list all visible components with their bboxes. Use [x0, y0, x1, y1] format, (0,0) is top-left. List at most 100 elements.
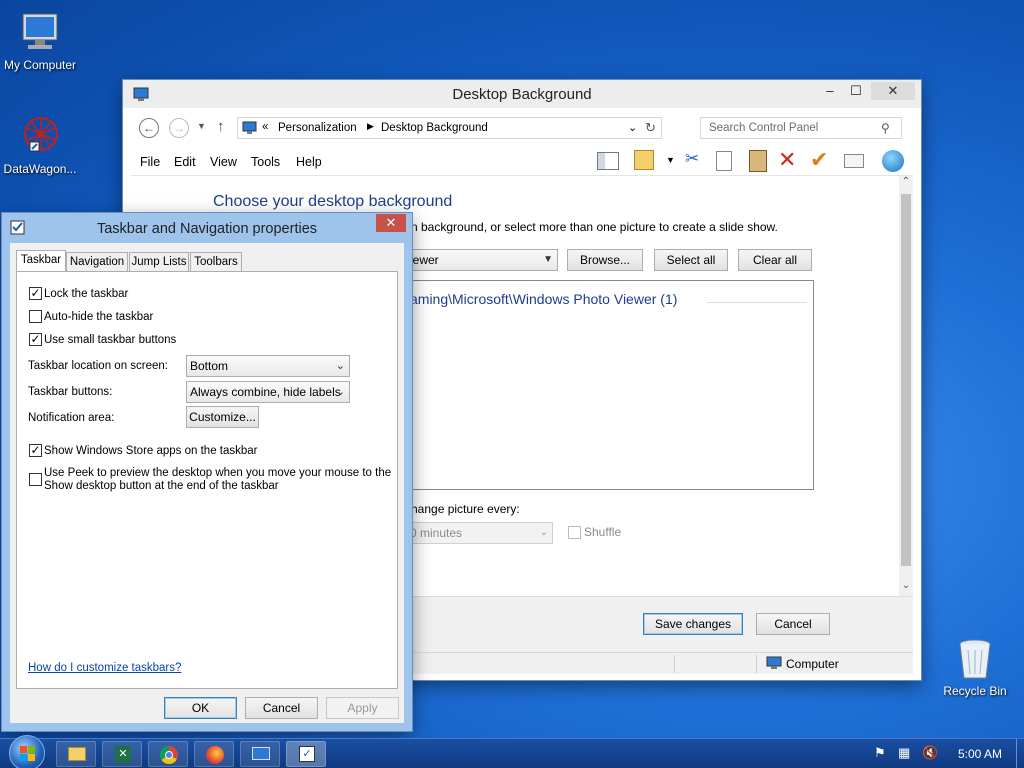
- address-dropdown-icon[interactable]: ⌄: [628, 121, 637, 134]
- back-arrow-icon[interactable]: ←: [139, 118, 159, 138]
- taskbar-file-explorer[interactable]: [56, 741, 96, 767]
- store-apps-checkbox[interactable]: ✓: [29, 444, 42, 457]
- scroll-thumb[interactable]: [901, 194, 911, 566]
- customize-button[interactable]: Customize...: [186, 406, 259, 428]
- close-button[interactable]: ✕: [871, 82, 915, 100]
- taskbar-firefox[interactable]: [194, 741, 234, 767]
- taskbar-location-select[interactable]: Bottom ⌄: [186, 355, 350, 377]
- copy-icon[interactable]: [716, 151, 732, 171]
- peek-label-line1: Use Peek to preview the desktop when you…: [44, 467, 392, 479]
- search-icon[interactable]: ⚲: [881, 121, 890, 135]
- ok-button[interactable]: OK: [164, 697, 237, 719]
- menu-file[interactable]: File: [140, 155, 160, 169]
- group-divider: [707, 302, 807, 303]
- search-placeholder: Search Control Panel: [709, 122, 819, 134]
- dialog-cancel-button[interactable]: Cancel: [245, 697, 318, 719]
- globe-icon[interactable]: [882, 150, 904, 172]
- breadcrumb-desktop-background[interactable]: Desktop Background: [381, 122, 488, 134]
- peek-checkbox[interactable]: [29, 473, 42, 486]
- small-buttons-checkbox[interactable]: ✓: [29, 333, 42, 346]
- buttons-label: Taskbar buttons:: [28, 386, 113, 398]
- chevron-down-icon: ⌄: [335, 386, 345, 398]
- cut-icon[interactable]: ✂: [685, 149, 699, 169]
- apply-button[interactable]: Apply: [326, 697, 399, 719]
- dialog-title: Taskbar and Navigation properties: [96, 221, 318, 237]
- tab-taskbar[interactable]: Taskbar: [16, 250, 66, 272]
- paste-icon[interactable]: [749, 150, 767, 172]
- dialog-close-button[interactable]: ✕: [376, 214, 406, 232]
- page-heading: Choose your desktop background: [213, 193, 453, 210]
- shuffle-checkbox[interactable]: [568, 526, 581, 539]
- desktop-icon-datawagon[interactable]: DataWagon...: [0, 114, 82, 176]
- search-box[interactable]: Search Control Panel ⚲: [700, 117, 902, 139]
- taskbar-control-panel[interactable]: [240, 741, 280, 767]
- menu-help[interactable]: Help: [296, 155, 322, 169]
- clear-all-button[interactable]: Clear all: [738, 249, 812, 271]
- picture-location-select[interactable]: iewer ▼: [406, 249, 558, 271]
- help-link[interactable]: How do I customize taskbars?: [28, 662, 181, 674]
- breadcrumb-personalization[interactable]: Personalization: [278, 122, 357, 134]
- desktop-icon-label: DataWagon...: [3, 162, 77, 176]
- desktop-icon-recycle-bin[interactable]: Recycle Bin: [933, 636, 1017, 698]
- network-icon[interactable]: ▦: [898, 745, 910, 761]
- save-changes-button[interactable]: Save changes: [643, 613, 743, 635]
- start-button[interactable]: [9, 735, 45, 768]
- lock-taskbar-checkbox[interactable]: ✓: [29, 287, 42, 300]
- recycle-bin-icon: [959, 639, 991, 679]
- chevron-down-icon: ▼: [543, 254, 553, 265]
- taskbar-properties[interactable]: ✓: [286, 741, 326, 767]
- volume-muted-icon[interactable]: 🔇: [922, 745, 938, 761]
- dialog-title-bar[interactable]: Taskbar and Navigation properties ✕: [2, 213, 412, 243]
- tab-navigation[interactable]: Navigation: [66, 252, 128, 271]
- computer-icon: [766, 656, 782, 669]
- refresh-icon[interactable]: ↻: [645, 120, 656, 136]
- clock[interactable]: 5:00 AM: [958, 747, 1002, 761]
- title-bar[interactable]: Desktop Background – ☐ ✕: [123, 80, 921, 108]
- minimize-button[interactable]: –: [817, 82, 843, 100]
- tab-jump-lists[interactable]: Jump Lists: [129, 252, 189, 271]
- up-arrow-icon[interactable]: ↑: [217, 118, 225, 135]
- menu-toolbar-row: File Edit View Tools Help ▼ ✂ ✕ ✔: [131, 146, 913, 176]
- delete-icon[interactable]: ✕: [778, 147, 796, 173]
- lock-taskbar-label: Lock the taskbar: [44, 288, 129, 300]
- control-panel-icon: [242, 121, 257, 134]
- scroll-up-icon[interactable]: ⌃: [899, 176, 913, 187]
- select-all-button[interactable]: Select all: [654, 249, 728, 271]
- maximize-button[interactable]: ☐: [843, 82, 869, 100]
- organize-dropdown-icon[interactable]: ▼: [666, 155, 675, 165]
- taskbar-buttons-select[interactable]: Always combine, hide labels ⌄: [186, 381, 350, 403]
- status-location: Computer: [786, 657, 839, 671]
- action-center-flag-icon[interactable]: ⚑: [874, 745, 886, 761]
- desktop-icon-my-computer[interactable]: My Computer: [0, 10, 82, 72]
- layout-pane-icon[interactable]: [597, 152, 619, 170]
- status-divider: [756, 655, 757, 673]
- chevron-down-icon: ⌄: [539, 527, 548, 538]
- control-panel-icon: [252, 747, 270, 760]
- menu-view[interactable]: View: [210, 155, 237, 169]
- address-bar[interactable]: « Personalization ▶ Desktop Background ⌄…: [237, 117, 662, 139]
- folder-properties-icon[interactable]: [634, 150, 654, 170]
- menu-edit[interactable]: Edit: [174, 155, 196, 169]
- firefox-icon: [206, 746, 224, 764]
- taskbar-excel[interactable]: ✕: [102, 741, 142, 767]
- window-title: Desktop Background: [452, 86, 592, 103]
- auto-hide-checkbox[interactable]: [29, 310, 42, 323]
- taskbar-chrome[interactable]: [148, 741, 188, 767]
- checkmark-icon[interactable]: ✔: [810, 147, 828, 173]
- interval-select[interactable]: 0 minutes ⌄: [406, 522, 553, 544]
- picture-list[interactable]: aming\Microsoft\Windows Photo Viewer (1): [406, 280, 814, 490]
- location-label: Taskbar location on screen:: [28, 360, 168, 372]
- forward-arrow-icon[interactable]: →: [169, 118, 189, 138]
- datawagon-icon: [24, 117, 58, 152]
- browse-button[interactable]: Browse...: [567, 249, 643, 271]
- history-chevron-icon[interactable]: ▼: [197, 121, 206, 131]
- tab-toolbars[interactable]: Toolbars: [190, 252, 242, 271]
- show-desktop-button[interactable]: [1016, 739, 1024, 768]
- folder-group-header[interactable]: aming\Microsoft\Windows Photo Viewer (1): [410, 291, 677, 307]
- menu-tools[interactable]: Tools: [251, 155, 280, 169]
- vertical-scrollbar[interactable]: ⌃ ⌄: [899, 176, 913, 596]
- scroll-down-icon[interactable]: ⌄: [899, 580, 913, 591]
- shuffle-label: Shuffle: [584, 525, 622, 539]
- properties-icon[interactable]: [844, 154, 864, 168]
- cancel-button[interactable]: Cancel: [756, 613, 830, 635]
